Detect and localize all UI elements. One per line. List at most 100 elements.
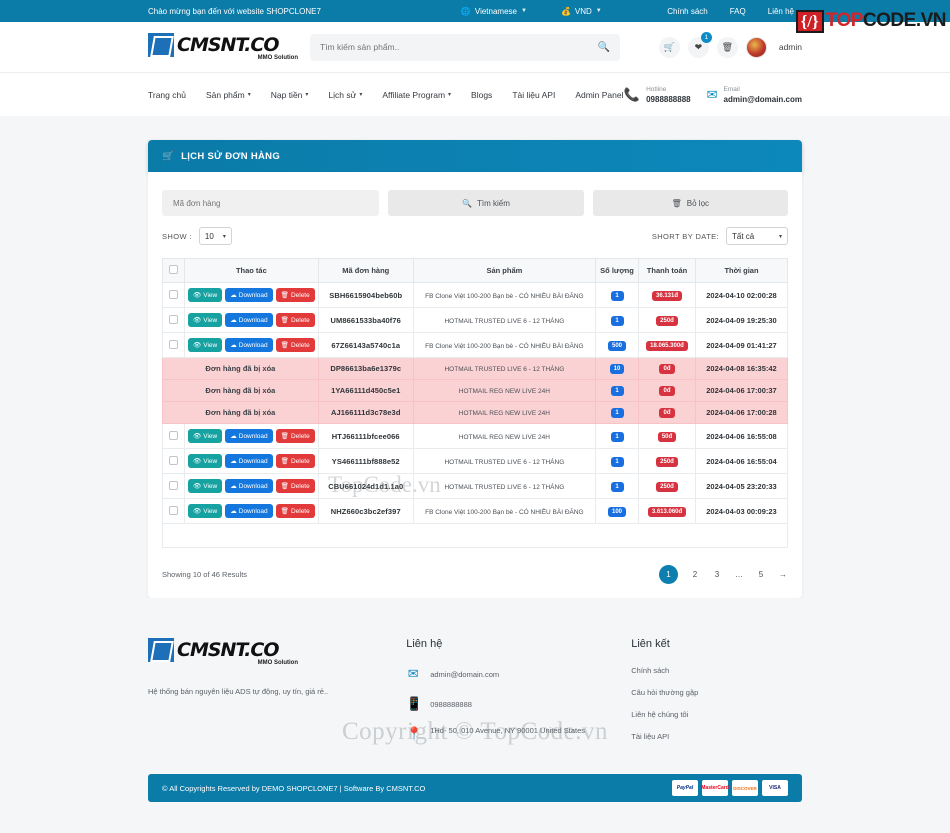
row-checkbox[interactable] — [169, 455, 178, 465]
view-button[interactable]: 👁 View — [188, 288, 223, 302]
row-checkbox[interactable] — [169, 430, 178, 440]
row-checkbox[interactable] — [169, 339, 178, 349]
footer-link-contact[interactable]: Liên hệ chúng tôi — [631, 710, 802, 719]
download-button[interactable]: ☁ Download — [225, 504, 273, 518]
download-button[interactable]: ☁ Download — [225, 479, 273, 493]
quantity-badge: 100 — [607, 506, 626, 517]
quantity-badge: 1 — [610, 431, 624, 442]
search-input[interactable] — [320, 42, 598, 52]
pagination-page-…[interactable]: … — [734, 570, 744, 579]
row-checkbox[interactable] — [169, 505, 178, 515]
pagination-page-2[interactable]: 2 — [690, 570, 700, 579]
show-count-value: 10 — [204, 231, 214, 241]
pagination-page-3[interactable]: 3 — [712, 570, 722, 579]
footer-link-api-docs[interactable]: Tài liệu API — [631, 732, 802, 741]
pagination-page-5[interactable]: 5 — [756, 570, 766, 579]
topbar-link-faq[interactable]: FAQ — [730, 7, 746, 16]
topbar-link-policy[interactable]: Chính sách — [667, 7, 707, 16]
order-code: CBU661024d1d1.1a0 — [328, 481, 404, 491]
delete-button[interactable]: 🗑 Delete — [275, 454, 315, 468]
footer-contact-phone[interactable]: 📱 0988888888 — [406, 696, 591, 712]
product-search-box[interactable]: 🔍 — [310, 33, 620, 61]
view-button[interactable]: 👁 View — [188, 479, 223, 493]
avatar[interactable] — [745, 36, 767, 58]
cart-icon[interactable]: 🛒 — [658, 36, 680, 58]
order-code: DP86613ba6e1379c — [330, 364, 402, 373]
sort-by-date-select[interactable]: Tất cả ▾ — [726, 227, 788, 245]
download-button[interactable]: ☁ Download — [225, 429, 273, 443]
footer-links-title: Liên kết — [631, 638, 670, 650]
pagination-page-1[interactable]: 1 — [659, 565, 678, 584]
nav-item-admin-panel[interactable]: Admin Panel — [575, 90, 623, 100]
order-time: 2024-04-06 16:55:08 — [706, 431, 777, 441]
pagination: 1 2 3 … 5 → — [659, 565, 788, 584]
order-code: UM8661533ba40f76 — [330, 315, 401, 325]
footer-contact-column: Liên hệ ✉ admin@domain.com 📱 0988888888 … — [406, 638, 591, 756]
eye-icon: 👁 — [193, 342, 202, 349]
delete-button[interactable]: 🗑 Delete — [275, 504, 315, 518]
nav-item-blogs[interactable]: Blogs — [471, 90, 492, 100]
cloud-download-icon: ☁ — [230, 317, 237, 324]
username-label[interactable]: admin — [779, 42, 802, 52]
download-button[interactable]: ☁ Download — [225, 313, 273, 327]
show-count-select[interactable]: 10 ▾ — [198, 227, 232, 245]
clear-filter-button[interactable]: 🗑 Bỏ lọc — [592, 190, 788, 216]
language-selector[interactable]: 🌐 Vietnamese ▼ — [461, 7, 527, 16]
delete-button[interactable]: 🗑 Delete — [275, 429, 315, 443]
hotline-block[interactable]: 📞 Hotline 0988888888 — [624, 85, 691, 104]
show-label: SHOW : — [162, 231, 192, 241]
footer-link-policy[interactable]: Chính sách — [631, 666, 802, 675]
trash-icon[interactable]: 🗑 — [716, 36, 738, 58]
row-checkbox[interactable] — [169, 480, 178, 490]
site-logo[interactable]: CMSNT.CO MMO Solution — [148, 33, 298, 61]
row-checkbox[interactable] — [169, 289, 178, 299]
row-checkbox[interactable] — [169, 314, 178, 324]
product-name: HOTMAIL REG NEW LIVE 24H — [458, 410, 550, 417]
nav-item-home[interactable]: Trang chủ — [148, 90, 186, 100]
delete-button[interactable]: 🗑 Delete — [275, 338, 315, 352]
envelope-icon: ✉ — [706, 86, 718, 102]
wishlist-icon[interactable]: ❤ 1 — [687, 31, 712, 58]
at-icon: ✉ — [407, 666, 419, 681]
footer-contact-email[interactable]: ✉ admin@domain.com — [406, 666, 591, 682]
footer-link-faq[interactable]: Câu hỏi thường gặp — [631, 688, 802, 697]
table-controls: SHOW : 10 ▾ SHORT BY DATE: Tất cả ▾ — [162, 227, 788, 245]
pagination-next-icon[interactable]: → — [778, 570, 788, 579]
table-row: 👁 View ☁ Download 🗑 Delete UM8661533ba40f76 HOT… — [162, 307, 788, 333]
email-block[interactable]: ✉ Email admin@domain.com — [707, 85, 802, 104]
delete-button[interactable]: 🗑 Delete — [275, 313, 315, 327]
nav-item-history[interactable]: Lịch sử ▾ — [328, 90, 362, 100]
order-code-input[interactable] — [162, 190, 380, 216]
nav-label: Lịch sử — [328, 89, 357, 100]
nav-item-products[interactable]: Sản phẩm ▾ — [206, 90, 251, 100]
search-button[interactable]: 🔍 Tìm kiếm — [388, 190, 584, 216]
search-button-label: Tìm kiếm — [477, 198, 510, 208]
view-button[interactable]: 👁 View — [188, 454, 223, 468]
nav-item-affiliate[interactable]: Affiliate Program ▾ — [382, 90, 451, 100]
footer-links-column: Liên kết Chính sách Câu hỏi thường gặp L… — [631, 638, 802, 756]
view-button[interactable]: 👁 View — [188, 504, 223, 518]
download-button[interactable]: ☁ Download — [225, 454, 273, 468]
table-spacer-row — [162, 523, 788, 548]
search-icon[interactable]: 🔍 — [598, 42, 610, 53]
view-button[interactable]: 👁 View — [188, 313, 223, 327]
nav-item-deposit[interactable]: Nạp tiền ▾ — [271, 90, 309, 100]
eye-icon: 👁 — [193, 292, 202, 299]
order-time: 2024-04-09 19:25:30 — [706, 315, 777, 325]
currency-selector[interactable]: 💰 VND ▼ — [561, 7, 602, 16]
delete-button[interactable]: 🗑 Delete — [275, 288, 315, 302]
download-button[interactable]: ☁ Download — [225, 288, 273, 302]
globe-icon: 🌐 — [460, 6, 471, 16]
nav-item-api-docs[interactable]: Tài liệu API — [512, 90, 555, 100]
topbar-link-contact[interactable]: Liên hệ — [768, 7, 794, 16]
delete-button[interactable]: 🗑 Delete — [275, 479, 315, 493]
view-button[interactable]: 👁 View — [188, 429, 223, 443]
trash-icon: 🗑 — [671, 198, 682, 208]
select-all-checkbox[interactable] — [169, 265, 178, 274]
download-button[interactable]: ☁ Download — [225, 338, 273, 352]
header-quantity: Số lượng — [595, 258, 639, 283]
view-button[interactable]: 👁 View — [188, 338, 223, 352]
deleted-order-message: Đơn hàng đã bị xóa — [205, 364, 276, 373]
header-icon-group: 🛒 ❤ 1 🗑 admin — [658, 31, 802, 58]
trash-icon: 🗑 — [280, 483, 289, 490]
